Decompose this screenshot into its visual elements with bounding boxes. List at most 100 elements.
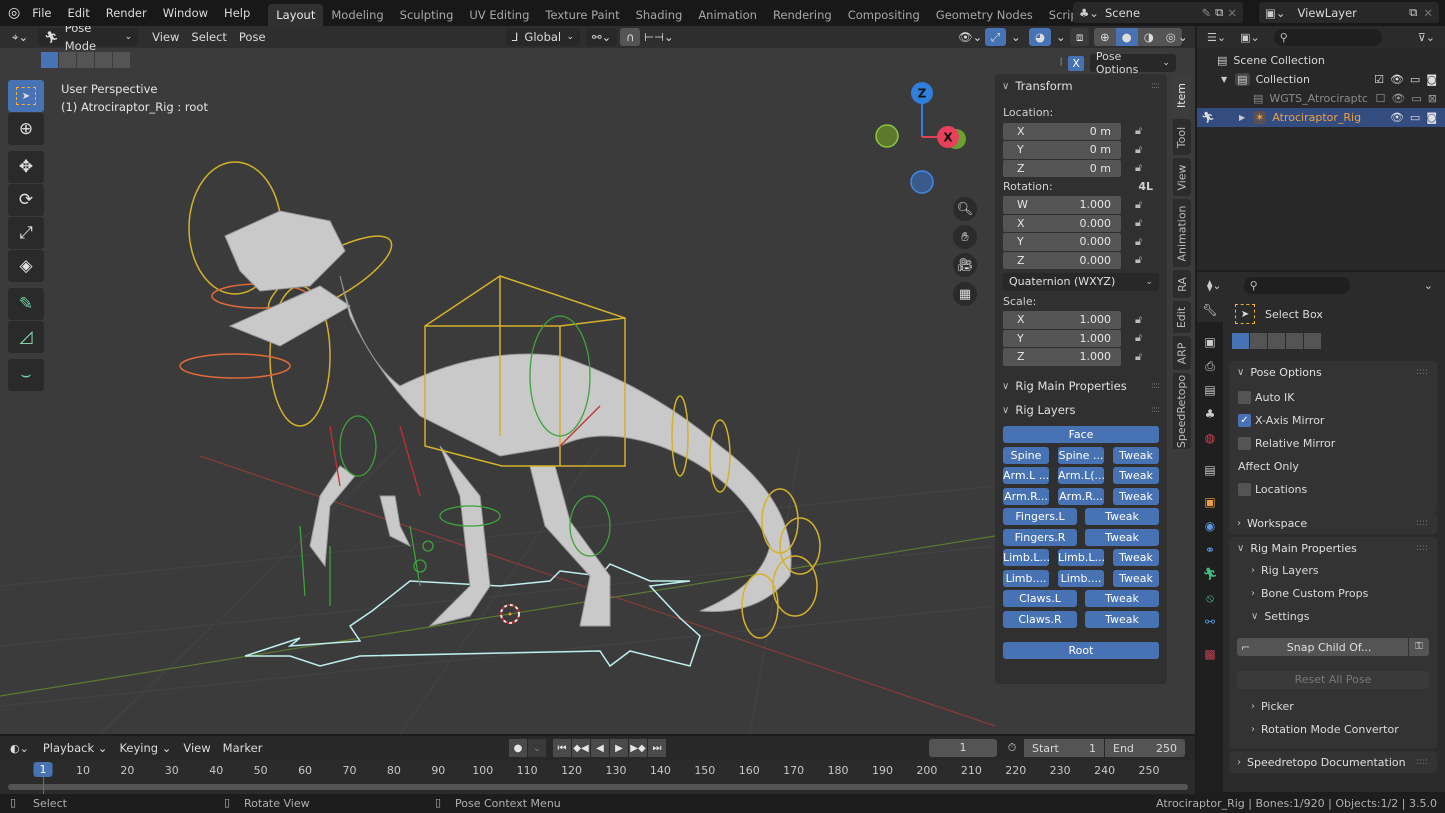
overlay-dropdown[interactable]: ⌄ <box>1050 28 1072 46</box>
workspace-tab-modeling[interactable]: Modeling <box>323 4 391 26</box>
layer-tweak-button[interactable]: Tweak <box>1113 487 1159 505</box>
shading-dropdown[interactable]: ⌄ <box>1172 28 1194 46</box>
workspace-tab-rendering[interactable]: Rendering <box>765 4 840 26</box>
toggle-perspective-button[interactable]: ▦ <box>953 282 977 306</box>
location-y-field[interactable]: Y 0 m <box>1003 141 1121 159</box>
rotation-x-field[interactable]: X 0.000 <box>1003 214 1121 232</box>
auto-keying-button[interactable]: ● <box>509 739 527 757</box>
filter-icon[interactable]: ⊽⌄ <box>1418 31 1435 44</box>
rotation-mode-dropdown[interactable]: Quaternion (WXYZ) ⌄ <box>1003 272 1159 291</box>
tab-output[interactable]: ⎙ <box>1197 354 1223 378</box>
options-dropdown[interactable]: ⌄ <box>1424 279 1433 292</box>
tab-speedretopo[interactable]: SpeedRetopo <box>1173 373 1191 449</box>
select-intersect-mode[interactable] <box>1304 333 1321 349</box>
tab-scene[interactable]: ♣ <box>1197 402 1223 426</box>
lock-icon[interactable]: 🔓︎ <box>1135 331 1142 345</box>
editor-type-icon[interactable]: ◐⌄ <box>10 742 29 755</box>
select-new-mode[interactable] <box>1232 333 1249 349</box>
next-keyframe-button[interactable]: ▶◆ <box>629 739 647 757</box>
monitor-icon[interactable]: ▭ <box>1411 92 1421 105</box>
lock-icon[interactable]: 🔓︎ <box>1135 124 1142 138</box>
keying-menu[interactable]: Keying ⌄ <box>113 739 178 757</box>
rig-main-properties-header[interactable]: ∨ Rig Main Properties :::: <box>1229 537 1437 559</box>
play-reverse-button[interactable]: ◀ <box>591 739 609 757</box>
navigation-gizmo[interactable]: Z X <box>875 82 966 194</box>
overlay-toggle-button[interactable]: ◕ <box>1029 28 1052 46</box>
material-shading-button[interactable]: ◑ <box>1137 28 1160 46</box>
end-frame-field[interactable]: End 250 <box>1105 739 1185 757</box>
layer-button[interactable]: Spine ... <box>1058 446 1104 464</box>
rotation-mode-convertor-subpanel[interactable]: › Rotation Mode Convertor <box>1229 718 1437 741</box>
outliner-row-wgts[interactable]: ▤ WGTS_Atrociraptc ☐ 👁︎ ▭ ⊠ <box>1197 89 1445 108</box>
tab-edit[interactable]: Edit <box>1173 301 1191 333</box>
keying-dropdown[interactable]: ⌄ <box>528 739 546 757</box>
layer-face-button[interactable]: Face <box>1003 426 1159 443</box>
layer-button[interactable]: Spine <box>1003 446 1049 464</box>
delete-viewlayer-icon[interactable]: ✕ <box>1423 6 1433 20</box>
auto-ik-checkbox-row[interactable]: Auto IK <box>1229 386 1437 409</box>
outliner-row-scene-collection[interactable]: ▤ Scene Collection <box>1197 51 1445 70</box>
mirror-x-toggle[interactable]: X <box>1068 55 1084 71</box>
scene-name[interactable]: Scene <box>1105 6 1140 20</box>
display-mode-icon[interactable]: ☰⌄ <box>1207 31 1226 44</box>
workspace-tab-sculpting[interactable]: Sculpting <box>392 4 462 26</box>
layer-button[interactable]: Fingers.L <box>1003 508 1077 525</box>
rig-main-properties-header[interactable]: ∨ Rig Main Properties :::: <box>995 374 1167 398</box>
tab-bone[interactable]: ⦸ <box>1197 586 1223 610</box>
scale-z-field[interactable]: Z 1.000 <box>1003 348 1121 366</box>
layer-root-button[interactable]: Root <box>1003 641 1159 659</box>
tab-world[interactable]: ◍ <box>1197 426 1223 450</box>
layer-button[interactable]: Limb.... <box>1058 569 1104 587</box>
lock-icon[interactable]: 🔓︎ <box>1135 350 1142 364</box>
properties-search-input[interactable]: ⚲ <box>1243 276 1350 294</box>
blender-logo-icon[interactable]: ◎ <box>8 5 20 21</box>
wireframe-shading-button[interactable]: ⊕ <box>1094 28 1116 46</box>
workspace-tab-uv-editing[interactable]: UV Editing <box>461 4 537 26</box>
snap-child-of-button[interactable]: ⌐ Snap Child Of... <box>1237 638 1408 656</box>
select-subtract-mode[interactable] <box>1268 333 1285 349</box>
new-scene-icon[interactable]: ⧉ <box>1215 5 1223 20</box>
zoom-view-button[interactable]: 🔍︎ <box>953 197 977 221</box>
stopwatch-icon[interactable]: ⏱ <box>1002 741 1022 755</box>
layer-button[interactable]: Claws.R <box>1003 610 1077 628</box>
layer-tweak-button[interactable]: Tweak <box>1085 590 1159 607</box>
jump-end-button[interactable]: ⏭ <box>648 739 666 757</box>
tab-animation[interactable]: Animation <box>1173 199 1191 267</box>
drag-handle-icon[interactable]: :::: <box>1416 757 1428 767</box>
delete-scene-icon[interactable]: ✕ <box>1227 6 1237 20</box>
lock-icon[interactable]: 🔓︎ <box>1135 313 1142 327</box>
auto-ik-checkbox[interactable] <box>1238 391 1251 404</box>
layer-button[interactable]: Claws.L <box>1003 590 1077 607</box>
scale-y-field[interactable]: Y 1.000 <box>1003 329 1121 347</box>
layer-button[interactable]: Limb.... <box>1003 569 1049 587</box>
layer-tweak-button[interactable]: Tweak <box>1113 446 1159 464</box>
menu-render[interactable]: Render <box>98 0 155 26</box>
x-axis-mirror-checkbox[interactable]: ✓ <box>1238 414 1251 427</box>
layer-button[interactable]: Fingers.R <box>1003 528 1077 546</box>
drag-handle-icon[interactable]: :::: <box>1416 543 1428 553</box>
exclude-checkbox[interactable]: ☐ <box>1376 92 1386 105</box>
drag-handle-icon[interactable]: :::: <box>1416 518 1428 528</box>
tab-armature-data[interactable]: 🏃︎ <box>1197 562 1223 586</box>
viewlayer-selector[interactable]: ▣⌄ ViewLayer ⧉ ✕ <box>1259 2 1439 23</box>
camera-icon[interactable]: ◙ <box>1426 111 1437 124</box>
eye-icon[interactable]: 👁︎ <box>1391 92 1405 105</box>
lock-icon[interactable]: 🔓︎ <box>1135 235 1142 249</box>
layer-button[interactable]: Limb.L... <box>1058 549 1104 566</box>
camera-icon[interactable]: ⊠ <box>1428 92 1437 105</box>
rig-layers-header[interactable]: ∨ Rig Layers :::: <box>995 398 1167 422</box>
lock-icon[interactable]: 🔓︎ <box>1135 143 1142 157</box>
expand-arrow-icon[interactable]: ▶ <box>1239 113 1245 122</box>
select-extend-mode[interactable] <box>1250 333 1267 349</box>
rotation-y-field[interactable]: Y 0.000 <box>1003 233 1121 251</box>
reset-all-pose-button[interactable]: Reset All Pose <box>1237 671 1429 689</box>
locations-checkbox-row[interactable]: Locations <box>1229 478 1437 501</box>
camera-view-button[interactable]: 🎥︎ <box>953 253 977 277</box>
exclude-checkbox[interactable]: ☑ <box>1374 73 1384 86</box>
monitor-icon[interactable]: ▭ <box>1410 111 1420 124</box>
lock-icon[interactable]: 🔓︎ <box>1135 253 1142 267</box>
workspace-tab-animation[interactable]: Animation <box>690 4 765 26</box>
workspace-tab-geometry-nodes[interactable]: Geometry Nodes <box>928 4 1041 26</box>
bone-custom-props-subpanel[interactable]: › Bone Custom Props <box>1229 582 1437 605</box>
tab-item[interactable]: Item <box>1173 74 1191 116</box>
